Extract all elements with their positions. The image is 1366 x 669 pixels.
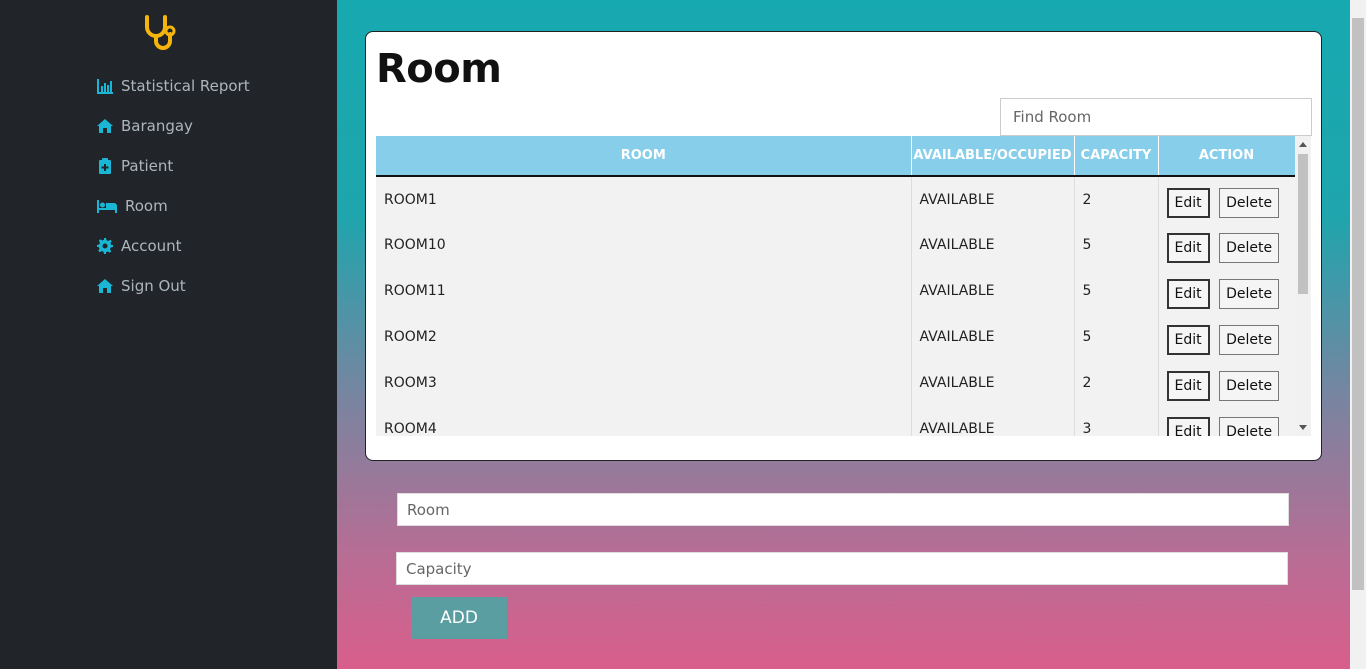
- room-cell: ROOM3: [376, 360, 912, 406]
- page-title: Room: [376, 46, 502, 92]
- capacity-cell: 5: [1074, 268, 1159, 314]
- capacity-cell: 3: [1074, 406, 1159, 436]
- capacity-cell: 5: [1074, 314, 1159, 360]
- page-scrollbar[interactable]: [1350, 0, 1366, 669]
- page-scroll-thumb[interactable]: [1352, 18, 1364, 590]
- delete-button[interactable]: Delete: [1219, 233, 1280, 263]
- status-cell: AVAILABLE: [911, 406, 1075, 436]
- table-row: ROOM10 AVAILABLE 5 Edit Delete: [376, 222, 1296, 268]
- room-table-container: ROOM AVAILABLE/OCCUPIED CAPACITY ACTION …: [376, 136, 1311, 436]
- room-card: Room ROOM AVAILABLE/OCCUPIED CAPACITY AC…: [365, 31, 1322, 461]
- sidebar-item-patient[interactable]: Patient: [97, 146, 250, 186]
- action-cell: Edit Delete: [1158, 176, 1296, 222]
- add-room-button[interactable]: ADD: [411, 597, 507, 639]
- table-row: ROOM3 AVAILABLE 2 Edit Delete: [376, 360, 1296, 406]
- delete-button[interactable]: Delete: [1219, 371, 1280, 401]
- sidebar-item-room[interactable]: Room: [97, 186, 250, 226]
- capacity-input[interactable]: [396, 552, 1288, 585]
- table-row: ROOM1 AVAILABLE 2 Edit Delete: [376, 176, 1296, 222]
- status-cell: AVAILABLE: [911, 314, 1075, 360]
- delete-button[interactable]: Delete: [1219, 325, 1280, 355]
- table-row: ROOM4 AVAILABLE 3 Edit Delete: [376, 406, 1296, 436]
- gear-icon: [97, 238, 113, 254]
- stethoscope-icon[interactable]: [143, 14, 179, 52]
- capacity-cell: 5: [1074, 222, 1159, 268]
- sidebar-item-account[interactable]: Account: [97, 226, 250, 266]
- table-row: ROOM2 AVAILABLE 5 Edit Delete: [376, 314, 1296, 360]
- sidebar-item-label: Statistical Report: [121, 77, 250, 95]
- room-cell: ROOM1: [376, 176, 912, 222]
- column-header-status[interactable]: AVAILABLE/OCCUPIED: [911, 136, 1075, 177]
- edit-button[interactable]: Edit: [1166, 187, 1210, 218]
- sidebar-item-statistical-report[interactable]: Statistical Report: [97, 66, 250, 106]
- action-cell: Edit Delete: [1158, 268, 1296, 314]
- find-room-input[interactable]: [1000, 98, 1312, 136]
- sidebar-item-label: Barangay: [121, 117, 193, 135]
- sidebar-item-label: Patient: [121, 157, 174, 175]
- table-header-row: ROOM AVAILABLE/OCCUPIED CAPACITY ACTION: [376, 136, 1296, 177]
- delete-button[interactable]: Delete: [1219, 279, 1280, 309]
- sidebar-item-barangay[interactable]: Barangay: [97, 106, 250, 146]
- edit-button[interactable]: Edit: [1166, 233, 1210, 263]
- delete-button[interactable]: Delete: [1219, 417, 1280, 436]
- action-cell: Edit Delete: [1158, 360, 1296, 406]
- clipboard-plus-icon: [99, 158, 111, 174]
- bar-chart-icon: [97, 79, 113, 94]
- column-header-capacity[interactable]: CAPACITY: [1074, 136, 1159, 177]
- room-cell: ROOM11: [376, 268, 912, 314]
- room-cell: ROOM4: [376, 406, 912, 436]
- scroll-up-arrow-icon[interactable]: [1299, 142, 1307, 147]
- sidebar: Statistical Report Barangay Patient Room…: [0, 0, 337, 669]
- delete-button[interactable]: Delete: [1219, 187, 1280, 218]
- column-header-action: ACTION: [1158, 136, 1296, 177]
- sidebar-item-label: Room: [125, 197, 168, 215]
- status-cell: AVAILABLE: [911, 176, 1075, 222]
- room-name-input[interactable]: [397, 493, 1289, 526]
- edit-button[interactable]: Edit: [1166, 279, 1210, 309]
- edit-button[interactable]: Edit: [1166, 325, 1210, 355]
- column-header-room[interactable]: ROOM: [376, 136, 912, 177]
- bed-icon: [97, 200, 117, 213]
- status-cell: AVAILABLE: [911, 222, 1075, 268]
- table-scroll-thumb[interactable]: [1298, 154, 1308, 294]
- main-content: Room ROOM AVAILABLE/OCCUPIED CAPACITY AC…: [337, 0, 1350, 669]
- status-cell: AVAILABLE: [911, 268, 1075, 314]
- action-cell: Edit Delete: [1158, 406, 1296, 436]
- capacity-cell: 2: [1074, 360, 1159, 406]
- home-icon: [97, 119, 113, 133]
- scroll-down-arrow-icon[interactable]: [1299, 425, 1307, 430]
- sidebar-item-sign-out[interactable]: Sign Out: [97, 266, 250, 306]
- table-row: ROOM11 AVAILABLE 5 Edit Delete: [376, 268, 1296, 314]
- edit-button[interactable]: Edit: [1166, 417, 1210, 436]
- status-cell: AVAILABLE: [911, 360, 1075, 406]
- sidebar-item-label: Account: [121, 237, 182, 255]
- action-cell: Edit Delete: [1158, 222, 1296, 268]
- room-table: ROOM AVAILABLE/OCCUPIED CAPACITY ACTION …: [376, 136, 1296, 436]
- room-cell: ROOM2: [376, 314, 912, 360]
- table-scrollbar[interactable]: [1295, 136, 1311, 436]
- capacity-cell: 2: [1074, 176, 1159, 222]
- home-icon: [97, 279, 113, 293]
- sidebar-item-label: Sign Out: [121, 277, 186, 295]
- room-cell: ROOM10: [376, 222, 912, 268]
- sidebar-nav: Statistical Report Barangay Patient Room…: [97, 66, 250, 306]
- edit-button[interactable]: Edit: [1166, 371, 1210, 401]
- action-cell: Edit Delete: [1158, 314, 1296, 360]
